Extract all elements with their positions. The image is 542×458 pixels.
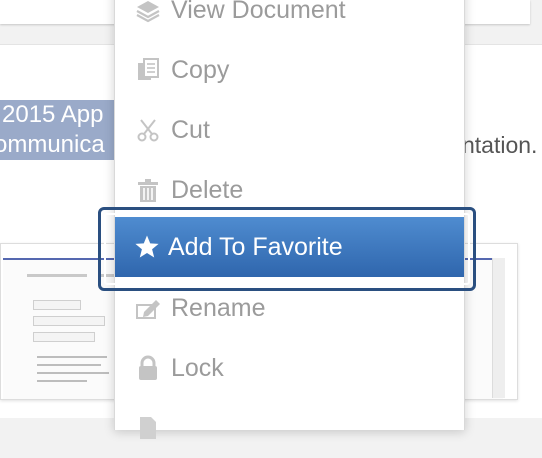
- menu-item-label: Delete: [171, 175, 244, 204]
- document-icon: [135, 415, 161, 441]
- rename-icon: [135, 295, 161, 321]
- trash-icon: [135, 177, 161, 203]
- menu-item-delete[interactable]: Delete: [115, 160, 464, 220]
- thumbnail-scrollbar[interactable]: [492, 258, 505, 398]
- preview-line: [27, 274, 87, 277]
- menu-item-label: Add To Favorite: [168, 232, 343, 261]
- menu-item-label: Lock: [171, 353, 224, 382]
- preview-text: [37, 372, 109, 374]
- preview-field: [33, 316, 105, 326]
- lock-icon: [135, 355, 161, 381]
- star-icon: [134, 234, 160, 260]
- menu-item-cut[interactable]: Cut: [115, 100, 464, 160]
- document-title-line-2[interactable]: ommunica: [0, 130, 130, 160]
- menu-item-partial[interactable]: [115, 398, 464, 458]
- menu-item-rename[interactable]: Rename: [115, 278, 464, 338]
- copy-icon: [135, 57, 161, 83]
- preview-field: [33, 300, 81, 310]
- menu-item-lock[interactable]: Lock: [115, 338, 464, 398]
- menu-item-label: Copy: [171, 55, 230, 84]
- document-title-line-1[interactable]: 2015 App: [0, 100, 130, 130]
- document-description: ntation.: [462, 132, 538, 158]
- context-menu: View Document Copy Cut Delete Add To Fav…: [114, 0, 465, 439]
- menu-item-label: Cut: [171, 115, 210, 144]
- preview-text: [37, 364, 101, 366]
- scissors-icon: [135, 117, 161, 143]
- layers-icon: [135, 0, 161, 23]
- menu-item-copy[interactable]: Copy: [115, 40, 464, 100]
- menu-item-label: Rename: [171, 293, 266, 322]
- preview-text: [37, 356, 107, 358]
- menu-item-add-to-favorite[interactable]: Add To Favorite: [115, 217, 464, 277]
- menu-item-label: View Document: [171, 0, 346, 24]
- preview-text: [37, 380, 87, 382]
- preview-field: [33, 332, 95, 342]
- menu-item-view-document[interactable]: View Document: [115, 0, 464, 40]
